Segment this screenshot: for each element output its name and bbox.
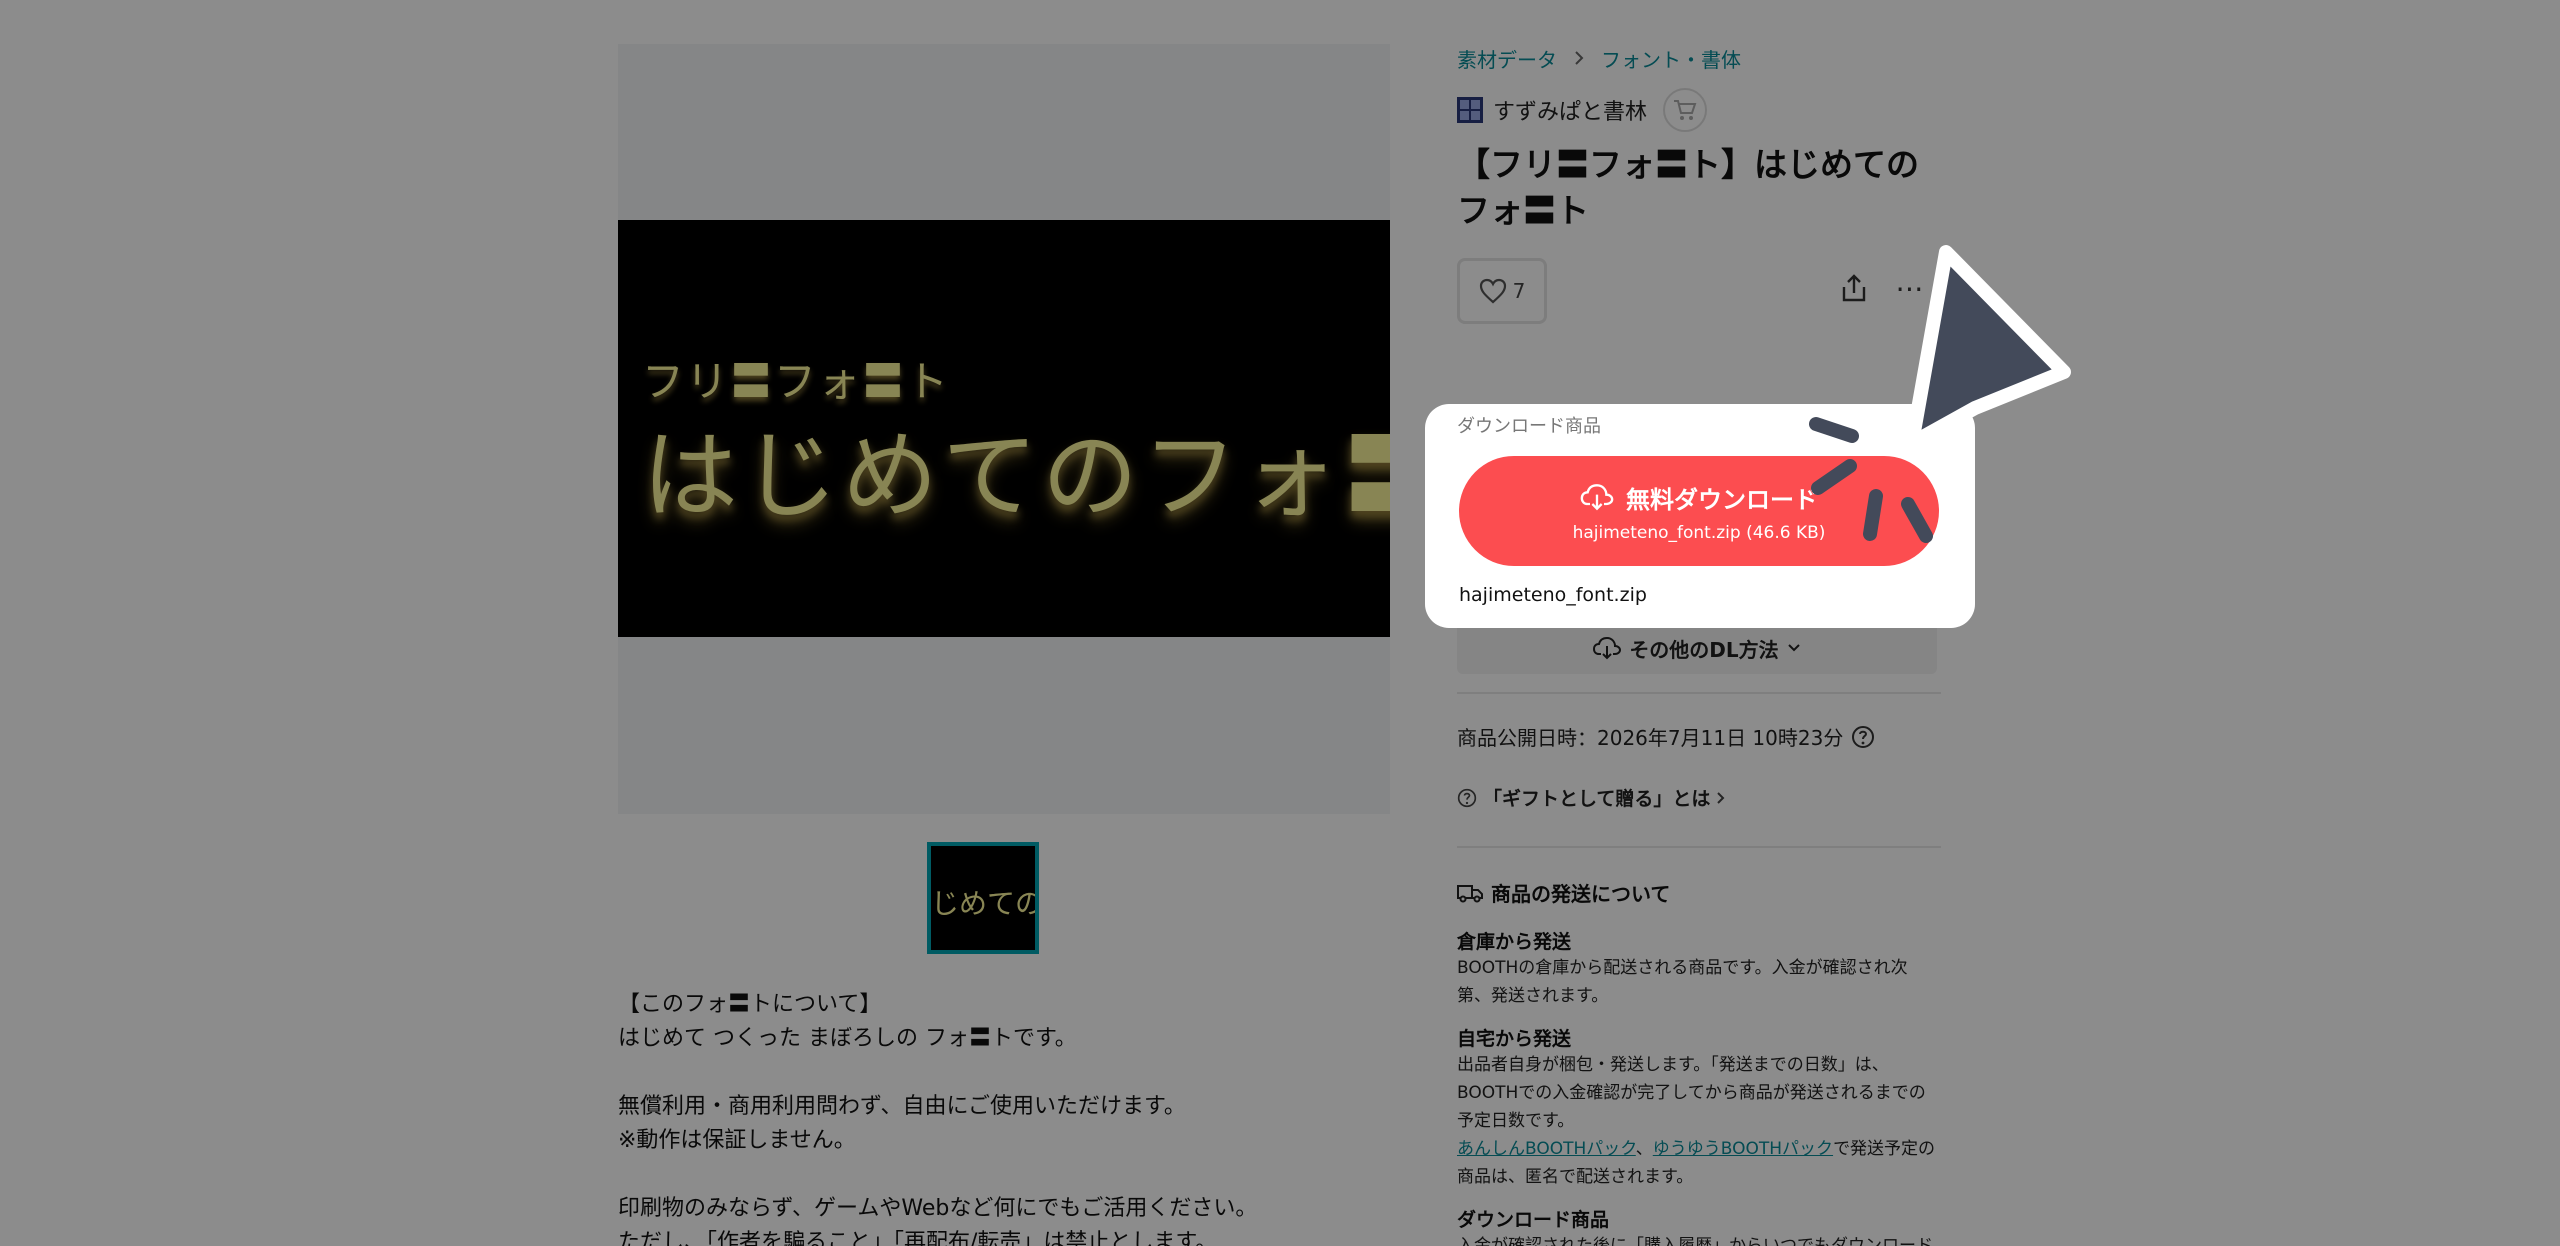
cursor-pointer-icon (1809, 245, 2071, 543)
cloud-download-icon (1580, 484, 1614, 511)
free-download-row: 無料ダウンロード (1580, 480, 1818, 515)
download-filename: hajimeteno_font.zip (1459, 584, 1647, 606)
free-download-title: 無料ダウンロード (1626, 485, 1818, 514)
download-product-label: ダウンロード商品 (1457, 416, 1601, 437)
product-page: フリ〓フォ〓ト はじめてのフォ〓ト じめてのフォ 【このフォ〓トについて】 はじ… (0, 0, 2560, 1246)
dim-overlay (0, 0, 2560, 1246)
download-file-info: hajimeteno_font.zip (46.6 KB) (1572, 522, 1826, 543)
